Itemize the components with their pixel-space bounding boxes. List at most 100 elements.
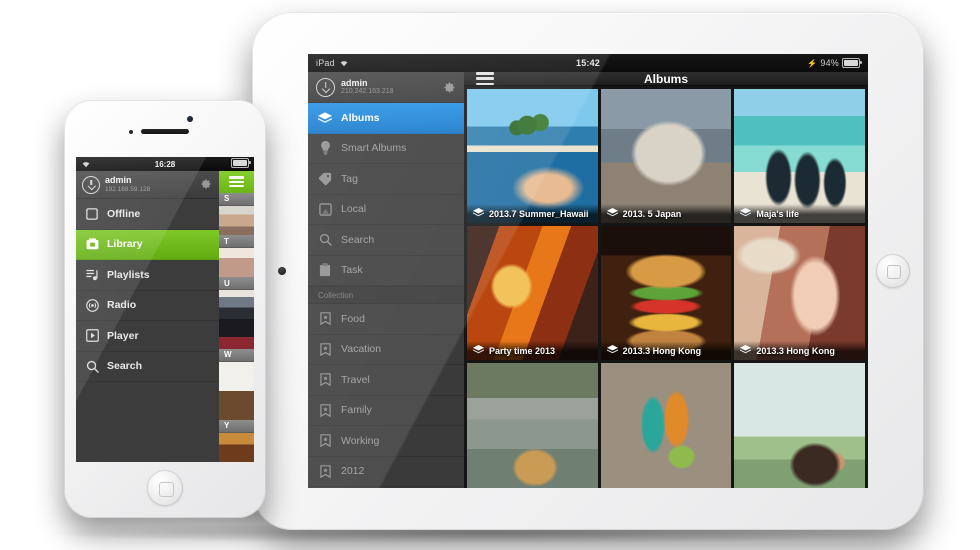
sidebar-item-search[interactable]: Search bbox=[308, 225, 464, 256]
album-cell[interactable] bbox=[467, 363, 598, 488]
albums-icon bbox=[318, 111, 332, 125]
album-caption-text: 2013.3 Hong Kong bbox=[622, 345, 702, 356]
clipboard-icon bbox=[318, 263, 332, 277]
sidebar-item-vacation[interactable]: Vacation bbox=[308, 335, 464, 365]
sidebar-item-task[interactable]: Task bbox=[308, 256, 464, 286]
sidebar-label: Playlists bbox=[107, 268, 150, 281]
album-caption-text: Maja's life bbox=[756, 208, 799, 219]
sidebar-label: Local bbox=[341, 203, 367, 216]
iphone-device: 16:28 admin 192.168.59.128 Offline Libra… bbox=[64, 100, 266, 518]
iphone-proximity-sensor bbox=[129, 130, 133, 134]
album-thumbnail-detail bbox=[734, 363, 865, 488]
sidebar-label: 2012 bbox=[341, 465, 365, 478]
album-cell[interactable]: Party time 2013 bbox=[467, 226, 598, 360]
sidebar-item-local[interactable]: Local bbox=[308, 195, 464, 225]
album-cell[interactable]: 2013.7 Summer_Hawaii bbox=[467, 89, 598, 223]
gear-icon[interactable] bbox=[443, 81, 456, 94]
ipad-app-body: admin 210.242.163.218 Albums Smart Album… bbox=[308, 72, 868, 488]
album-caption: 2013.3 Hong Kong bbox=[734, 341, 865, 360]
ipad-status-bar: iPad 15:42 ⚡ 94% bbox=[308, 54, 868, 72]
player-icon bbox=[85, 329, 99, 343]
sidebar-item-albums[interactable]: Albums bbox=[308, 103, 464, 134]
library-icon bbox=[85, 237, 99, 251]
account-name: admin bbox=[341, 77, 368, 88]
index-letter[interactable]: S bbox=[219, 192, 254, 206]
sidebar-item-playlists[interactable]: Playlists bbox=[76, 260, 219, 291]
album-art-thumb[interactable] bbox=[219, 432, 254, 462]
sidebar-item-travel[interactable]: Travel bbox=[308, 365, 464, 396]
ipad-clock: 15:42 bbox=[575, 58, 601, 68]
album-cell[interactable]: Maja's life bbox=[734, 89, 865, 223]
user-download-icon bbox=[316, 77, 335, 97]
page-title: Albums bbox=[643, 71, 688, 86]
sidebar-item-2012[interactable]: 2012 bbox=[308, 457, 464, 487]
album-caption: 2013. 5 Japan bbox=[600, 204, 732, 223]
sidebar-item-food[interactable]: Food bbox=[308, 304, 464, 335]
sidebar-item-working[interactable]: Working bbox=[308, 426, 464, 457]
index-letter[interactable]: Y bbox=[219, 419, 254, 433]
account-name: admin bbox=[105, 175, 132, 186]
ipad-battery-percent: 94% bbox=[820, 58, 839, 68]
ipad-screen: iPad 15:42 ⚡ 94% admin 210.242.163.218 A… bbox=[308, 54, 868, 488]
album-art-thumb[interactable] bbox=[219, 248, 254, 278]
album-art-thumb[interactable] bbox=[219, 361, 254, 391]
index-letter[interactable]: T bbox=[219, 235, 254, 249]
sidebar-item-tag[interactable]: Tag bbox=[308, 164, 464, 195]
sidebar-item-library[interactable]: Library bbox=[76, 229, 219, 260]
status-right: ⚡ 94% bbox=[807, 58, 862, 68]
album-thumbnail-detail bbox=[600, 89, 732, 223]
album-art-thumb[interactable] bbox=[219, 205, 254, 236]
lightbulb-icon bbox=[318, 141, 332, 155]
iphone-sidebar: admin 192.168.59.128 Offline Library Pla… bbox=[76, 171, 219, 462]
album-thumbnail-detail bbox=[467, 226, 598, 360]
sidebar-label: Task bbox=[341, 264, 363, 277]
bookmark-star-icon bbox=[318, 464, 332, 478]
status-right bbox=[231, 158, 251, 170]
sidebar-section-collection: Collection bbox=[308, 286, 464, 304]
sidebar-item-radio[interactable]: Radio bbox=[76, 291, 219, 321]
album-cell[interactable] bbox=[734, 363, 865, 488]
sidebar-label: Library bbox=[107, 238, 143, 251]
albums-grid: 2013.7 Summer_Hawaii 2013. 5 Japan Maja'… bbox=[464, 86, 868, 488]
sidebar-item-player[interactable]: Player bbox=[76, 321, 219, 352]
iphone-earpiece bbox=[141, 129, 189, 134]
iphone-account-header[interactable]: admin 192.168.59.128 bbox=[76, 171, 219, 199]
sidebar-item-search[interactable]: Search bbox=[76, 352, 219, 382]
iphone-home-button[interactable] bbox=[147, 470, 183, 506]
album-cell[interactable] bbox=[600, 363, 732, 488]
iphone-screen: 16:28 admin 192.168.59.128 Offline Libra… bbox=[76, 157, 254, 462]
album-cell[interactable]: 2013.3 Hong Kong bbox=[734, 226, 865, 360]
index-letter[interactable]: U bbox=[219, 277, 254, 291]
sidebar-label: Albums bbox=[341, 111, 380, 124]
album-cell[interactable]: 2013. 5 Japan bbox=[600, 89, 732, 223]
battery-icon bbox=[231, 158, 251, 168]
album-art-thumb[interactable] bbox=[219, 390, 254, 420]
album-art-thumb[interactable] bbox=[219, 290, 254, 320]
sidebar-label: Food bbox=[341, 312, 365, 325]
scene: iPad 15:42 ⚡ 94% admin 210.242.163.218 A… bbox=[0, 0, 980, 550]
hamburger-icon bbox=[229, 176, 244, 188]
sidebar-item-family[interactable]: Family bbox=[308, 396, 464, 426]
album-art-thumb[interactable] bbox=[219, 319, 254, 349]
album-cell[interactable]: 2013.3 Hong Kong bbox=[600, 226, 732, 360]
album-caption-text: 2013. 5 Japan bbox=[622, 208, 682, 219]
sidebar-label: Travel bbox=[341, 373, 370, 386]
album-thumbnail-detail bbox=[467, 363, 598, 488]
ipad-navbar: Albums bbox=[464, 72, 868, 86]
ipad-home-button[interactable] bbox=[876, 254, 910, 288]
gear-icon[interactable] bbox=[200, 178, 213, 191]
ipad-account-header[interactable]: admin 210.242.163.218 bbox=[308, 72, 464, 103]
search-icon bbox=[85, 359, 99, 373]
index-letter[interactable]: W bbox=[219, 348, 254, 362]
sidebar-label: Radio bbox=[107, 299, 137, 312]
sidebar-item-smart-albums[interactable]: Smart Albums bbox=[308, 134, 464, 164]
account-info: admin 192.168.59.128 bbox=[105, 175, 150, 193]
album-thumbnail-detail bbox=[600, 226, 732, 360]
ipad-device: iPad 15:42 ⚡ 94% admin 210.242.163.218 A… bbox=[252, 12, 924, 530]
hamburger-menu-button[interactable] bbox=[219, 171, 254, 193]
iphone-status-bar: 16:28 bbox=[76, 157, 254, 171]
sidebar-item-offline[interactable]: Offline bbox=[76, 199, 219, 230]
ipad-sidebar: admin 210.242.163.218 Albums Smart Album… bbox=[308, 72, 464, 488]
sidebar-label: Search bbox=[107, 360, 143, 373]
album-caption-text: 2013.7 Summer_Hawaii bbox=[489, 208, 589, 219]
